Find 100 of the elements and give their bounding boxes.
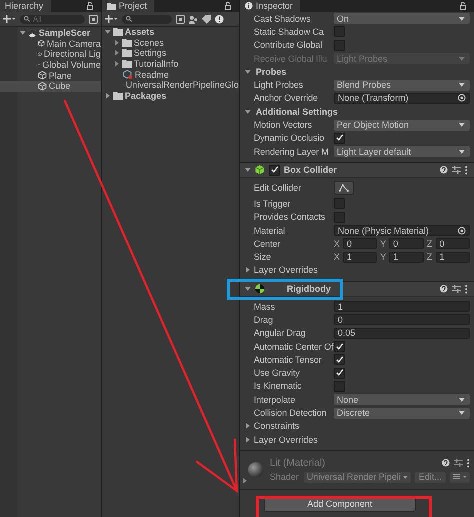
scene-item[interactable]: SampleScer	[0, 28, 101, 39]
lock-icon[interactable]	[460, 2, 466, 10]
hierarchy-tab[interactable]: Hierarchy	[0, 0, 51, 12]
caret-icon[interactable]	[20, 30, 26, 36]
project-item[interactable]: TutorialInfo	[102, 58, 239, 70]
dropdown[interactable]: Blend Probes	[334, 80, 470, 91]
number-field[interactable]: 1	[334, 301, 470, 312]
number-field[interactable]: 0.05	[334, 328, 470, 339]
add-icon[interactable]	[105, 15, 118, 23]
target-icon[interactable]	[458, 226, 466, 234]
caret-icon[interactable]	[245, 167, 251, 174]
help-icon[interactable]	[440, 166, 448, 174]
checkbox[interactable]	[334, 354, 345, 366]
lock-icon[interactable]	[87, 2, 93, 10]
property-label: Collision Detection	[254, 408, 328, 418]
property-label: Is Kinematic	[254, 381, 303, 392]
project-tab[interactable]: Project	[102, 0, 154, 12]
caret-icon[interactable]	[243, 478, 247, 484]
caret-icon[interactable]	[114, 40, 120, 46]
hierarchy-item[interactable]: Directional Lig	[0, 49, 101, 60]
project-item[interactable]: UniversalRenderPipelineGlo	[102, 80, 239, 91]
number-field[interactable]: 0	[436, 238, 470, 250]
caret-icon[interactable]	[246, 267, 251, 274]
help-icon[interactable]	[440, 285, 448, 294]
edit-collider-button[interactable]	[334, 180, 354, 195]
caret-icon[interactable]	[245, 286, 251, 292]
more-icon[interactable]	[465, 166, 468, 175]
checkbox[interactable]	[334, 26, 345, 38]
component-header[interactable]: Box Collider	[240, 162, 474, 178]
menu-icon	[453, 474, 467, 480]
sliders-icon[interactable]	[452, 285, 461, 294]
shape-icon	[339, 184, 349, 192]
caret-icon[interactable]	[114, 50, 120, 56]
number-field[interactable]: 0	[334, 314, 470, 326]
caret-icon[interactable]	[245, 68, 251, 75]
people-icon[interactable]	[189, 14, 198, 24]
number-field[interactable]: 0	[389, 238, 424, 250]
more-icon[interactable]	[465, 284, 468, 294]
section-label[interactable]: Probes	[256, 66, 287, 77]
hierarchy-item[interactable]: Main Camera	[0, 38, 101, 50]
object-field[interactable]: None (Transform)	[334, 92, 470, 104]
filter-icon[interactable]	[89, 14, 98, 24]
foldout-label[interactable]: Layer Overrides	[254, 265, 318, 276]
caret-icon[interactable]	[245, 108, 251, 115]
check-icon	[336, 134, 344, 142]
caret-icon[interactable]	[105, 29, 111, 36]
caret-icon	[459, 83, 465, 88]
target-icon[interactable]	[458, 94, 466, 102]
sliders-icon[interactable]	[452, 166, 461, 174]
sliders-icon[interactable]	[454, 459, 463, 468]
checkbox[interactable]	[334, 368, 345, 379]
foldout-label[interactable]: Constraints	[254, 421, 300, 432]
number-field[interactable]: 1	[343, 252, 378, 263]
menu-button[interactable]	[450, 472, 470, 483]
hierarchy-item[interactable]: Global Volume	[0, 60, 101, 70]
dropdown[interactable]: On	[334, 13, 470, 24]
project-item[interactable]: Assets	[102, 27, 239, 38]
tag-icon[interactable]	[202, 14, 211, 24]
dropdown[interactable]: None	[334, 394, 470, 406]
project-item[interactable]: Scenes	[102, 38, 239, 48]
check-icon	[270, 166, 278, 174]
project-item[interactable]: Readme	[102, 69, 239, 80]
search-field[interactable]	[122, 14, 172, 24]
search-field[interactable]: All	[20, 14, 85, 24]
object-field[interactable]: None (Physic Material)	[334, 225, 470, 236]
number-field[interactable]: 1	[436, 252, 470, 263]
lock-icon[interactable]	[225, 2, 231, 10]
caret-icon[interactable]	[105, 92, 111, 99]
property-label: Rendering Layer M	[254, 146, 330, 157]
hierarchy-item[interactable]: Plane	[0, 70, 101, 81]
checkbox[interactable]	[334, 198, 345, 210]
inspector-tab[interactable]: Inspector	[240, 0, 300, 12]
filter-icon[interactable]	[176, 14, 185, 24]
component-header[interactable]: Rigidbody	[240, 281, 474, 298]
dropdown[interactable]: Discrete	[334, 408, 470, 419]
caret-icon[interactable]	[114, 61, 120, 68]
checkbox[interactable]	[334, 341, 345, 352]
hierarchy-item[interactable]: Cube	[0, 80, 101, 92]
number-field[interactable]: 1	[389, 252, 424, 263]
property-label: Is Trigger	[254, 198, 292, 209]
more-icon[interactable]	[467, 458, 470, 468]
checkbox[interactable]	[334, 132, 345, 144]
property-label: Motion Vectors	[254, 120, 314, 130]
checkbox[interactable]	[334, 380, 345, 392]
caret-icon[interactable]	[246, 423, 251, 430]
caret-icon[interactable]	[246, 436, 251, 443]
project-item[interactable]: Settings	[102, 48, 239, 59]
section-label[interactable]: Additional Settings	[256, 106, 338, 117]
help-icon[interactable]	[442, 459, 450, 468]
dropdown[interactable]: Per Object Motion	[334, 120, 470, 131]
warning-icon[interactable]	[215, 14, 224, 24]
checkbox[interactable]	[334, 40, 345, 51]
checkbox[interactable]	[334, 212, 345, 223]
number-field[interactable]: 0	[343, 238, 378, 250]
foldout-label[interactable]: Layer Overrides	[254, 434, 318, 445]
dropdown[interactable]: Light Layer default	[334, 146, 470, 158]
checkbox[interactable]	[269, 164, 280, 176]
add-icon[interactable]	[3, 15, 16, 23]
project-item[interactable]: Packages	[102, 90, 239, 102]
axis-label: X	[334, 252, 340, 262]
